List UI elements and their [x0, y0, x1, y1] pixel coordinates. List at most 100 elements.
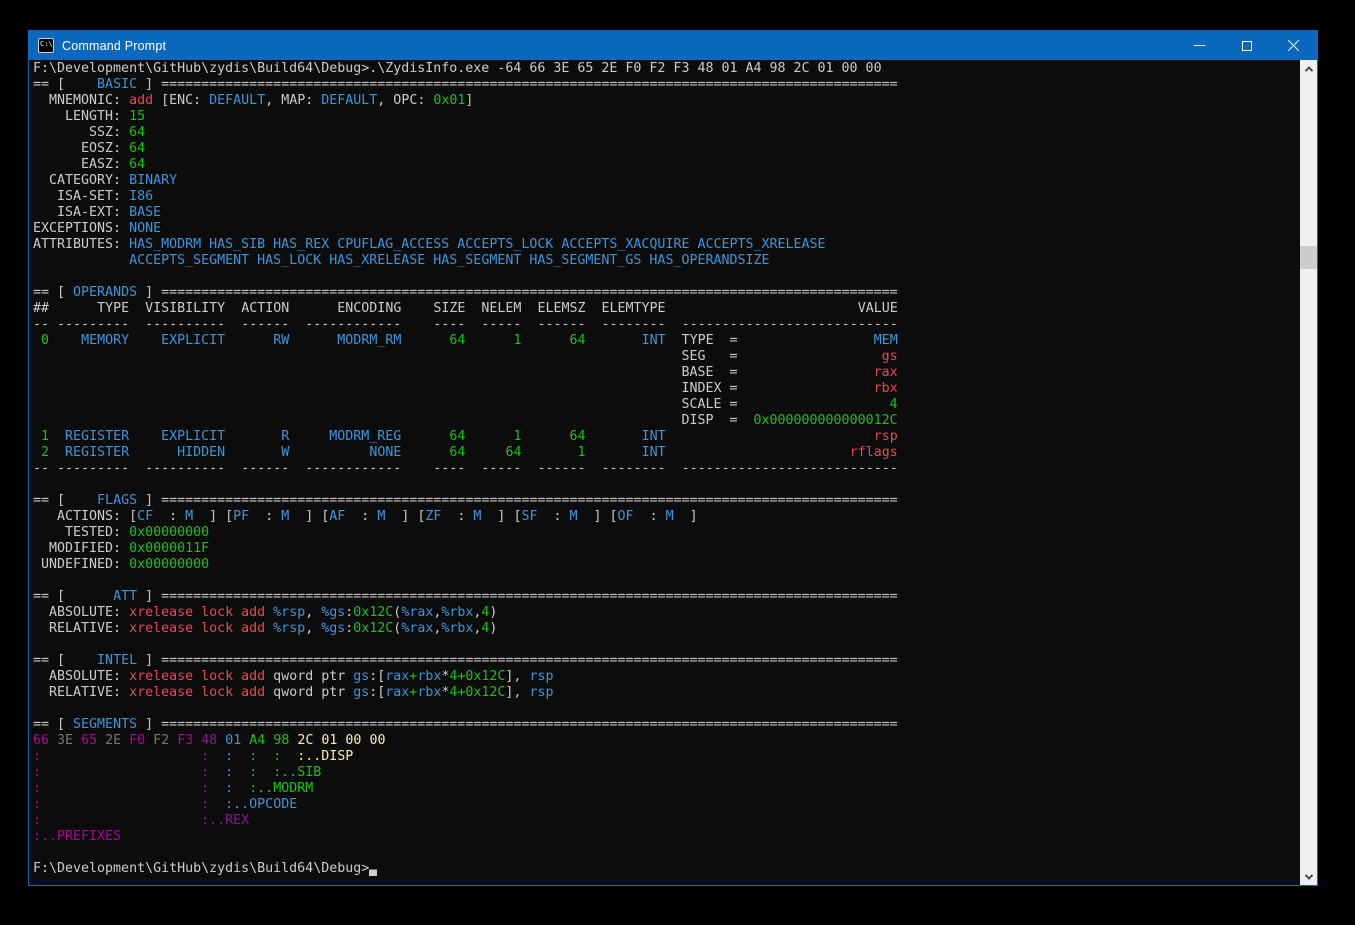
text-segment: BASE = [681, 365, 737, 380]
text-spacer [225, 461, 241, 476]
text-segment: F:\Development\GitHub\zydis\Build64\Debu… [33, 861, 369, 876]
text-segment: ZF [425, 509, 441, 524]
text-spacer [49, 429, 65, 444]
text-spacer [121, 205, 129, 220]
text-spacer [401, 429, 449, 444]
terminal-output[interactable]: F:\Development\GitHub\zydis\Build64\Debu… [33, 61, 1297, 885]
terminal-line: == [ SEGMENTS ] ========================… [33, 717, 1297, 733]
text-spacer [586, 461, 602, 476]
text-segment: INTEL [65, 653, 137, 668]
terminal-line: LENGTH: 15 [33, 109, 1297, 125]
scroll-up-button[interactable] [1300, 60, 1317, 77]
text-spacer [225, 301, 241, 316]
text-spacer [121, 141, 129, 156]
text-spacer [97, 733, 105, 748]
terminal-line: DISP = 0x000000000000012C [33, 413, 1297, 429]
text-segment: 0x01 [433, 93, 465, 108]
terminal-line: 0 MEMORY EXPLICIT RW MODRM_RM 64 1 64 IN… [33, 333, 1297, 349]
text-segment: ISA-EXT: [33, 205, 121, 220]
text-spacer [737, 413, 753, 428]
minimize-button[interactable] [1176, 31, 1223, 60]
text-segment: RELATIVE: [33, 685, 121, 700]
scrollbar[interactable] [1300, 60, 1317, 885]
text-spacer [289, 301, 337, 316]
text-segment: :[ [369, 685, 385, 700]
text-segment: gs [882, 349, 898, 364]
text-segment: : [345, 509, 377, 524]
text-segment: ] [ [385, 509, 425, 524]
text-spacer [33, 333, 41, 348]
title-bar[interactable]: C:\_ Command Prompt [29, 31, 1317, 60]
text-cursor [369, 861, 377, 876]
text-segment: MEM [874, 333, 898, 348]
text-segment: INDEX = [681, 381, 737, 396]
text-segment: AF [329, 509, 345, 524]
scroll-thumb[interactable] [1300, 246, 1317, 269]
text-spacer [225, 429, 281, 444]
text-segment: REGISTER [65, 445, 129, 460]
text-segment: NELEM [481, 301, 521, 316]
text-segment: REGISTER [65, 429, 129, 444]
terminal-line: ABSOLUTE: xrelease lock add qword ptr gs… [33, 669, 1297, 685]
text-segment: qword ptr [265, 685, 353, 700]
text-segment: 3E [57, 733, 73, 748]
text-segment: : [249, 509, 281, 524]
text-segment: %rax [401, 605, 433, 620]
text-spacer [33, 253, 129, 268]
text-segment: EASZ: [33, 157, 121, 172]
text-segment: ] ======================================… [137, 285, 898, 300]
text-spacer [121, 557, 129, 572]
text-segment: F:\Development\GitHub\zydis\Build64\Debu… [33, 61, 882, 76]
text-segment: 2 [41, 445, 49, 460]
text-spacer [666, 301, 858, 316]
text-segment: 0 [41, 333, 49, 348]
terminal-line: TESTED: 0x00000000 [33, 525, 1297, 541]
text-segment: rax [385, 685, 409, 700]
terminal-line: ISA-SET: I86 [33, 189, 1297, 205]
text-segment: SSZ: [33, 125, 121, 140]
text-spacer [586, 317, 602, 332]
text-segment: NONE [369, 445, 401, 460]
text-segment: DISP = [681, 413, 737, 428]
text-segment: ---------- [145, 317, 225, 332]
text-segment: --------- [57, 461, 129, 476]
scroll-down-button[interactable] [1300, 868, 1317, 885]
text-segment: TYPE = [682, 333, 738, 348]
text-segment: : [249, 765, 257, 780]
terminal-line: == [ OPERANDS ] ========================… [33, 285, 1297, 301]
close-button[interactable] [1270, 31, 1317, 60]
text-segment: -------- [602, 317, 666, 332]
text-segment: 2C [297, 733, 313, 748]
text-spacer [737, 381, 873, 396]
text-spacer [129, 301, 145, 316]
text-segment: 01 [321, 733, 337, 748]
maximize-button[interactable] [1223, 31, 1270, 60]
text-segment: BASE [129, 205, 161, 220]
text-segment: == [ [33, 717, 65, 732]
text-segment: ACCEPTS_SEGMENT HAS_LOCK HAS_XRELEASE HA… [129, 253, 769, 268]
text-spacer [401, 317, 433, 332]
text-spacer [49, 461, 57, 476]
text-segment: NONE [129, 221, 161, 236]
text-spacer [33, 349, 681, 364]
text-segment: 48 [201, 733, 217, 748]
terminal[interactable]: F:\Development\GitHub\zydis\Build64\Debu… [29, 60, 1317, 885]
text-spacer [209, 765, 225, 780]
text-segment: :..MODRM [249, 781, 313, 796]
text-segment: : [441, 509, 473, 524]
text-segment: EXPLICIT [161, 429, 225, 444]
text-spacer [49, 333, 81, 348]
text-spacer [401, 301, 433, 316]
text-segment: 00 [369, 733, 385, 748]
text-segment: : [225, 781, 233, 796]
text-segment: 4+0x12C [449, 685, 505, 700]
text-segment: MODRM_REG [329, 429, 401, 444]
text-spacer [465, 333, 513, 348]
text-spacer [289, 317, 305, 332]
text-spacer [33, 445, 41, 460]
text-spacer [33, 429, 41, 444]
text-segment: rbx [417, 685, 441, 700]
text-segment: EOSZ: [33, 141, 121, 156]
text-spacer [289, 333, 337, 348]
text-spacer [401, 333, 449, 348]
